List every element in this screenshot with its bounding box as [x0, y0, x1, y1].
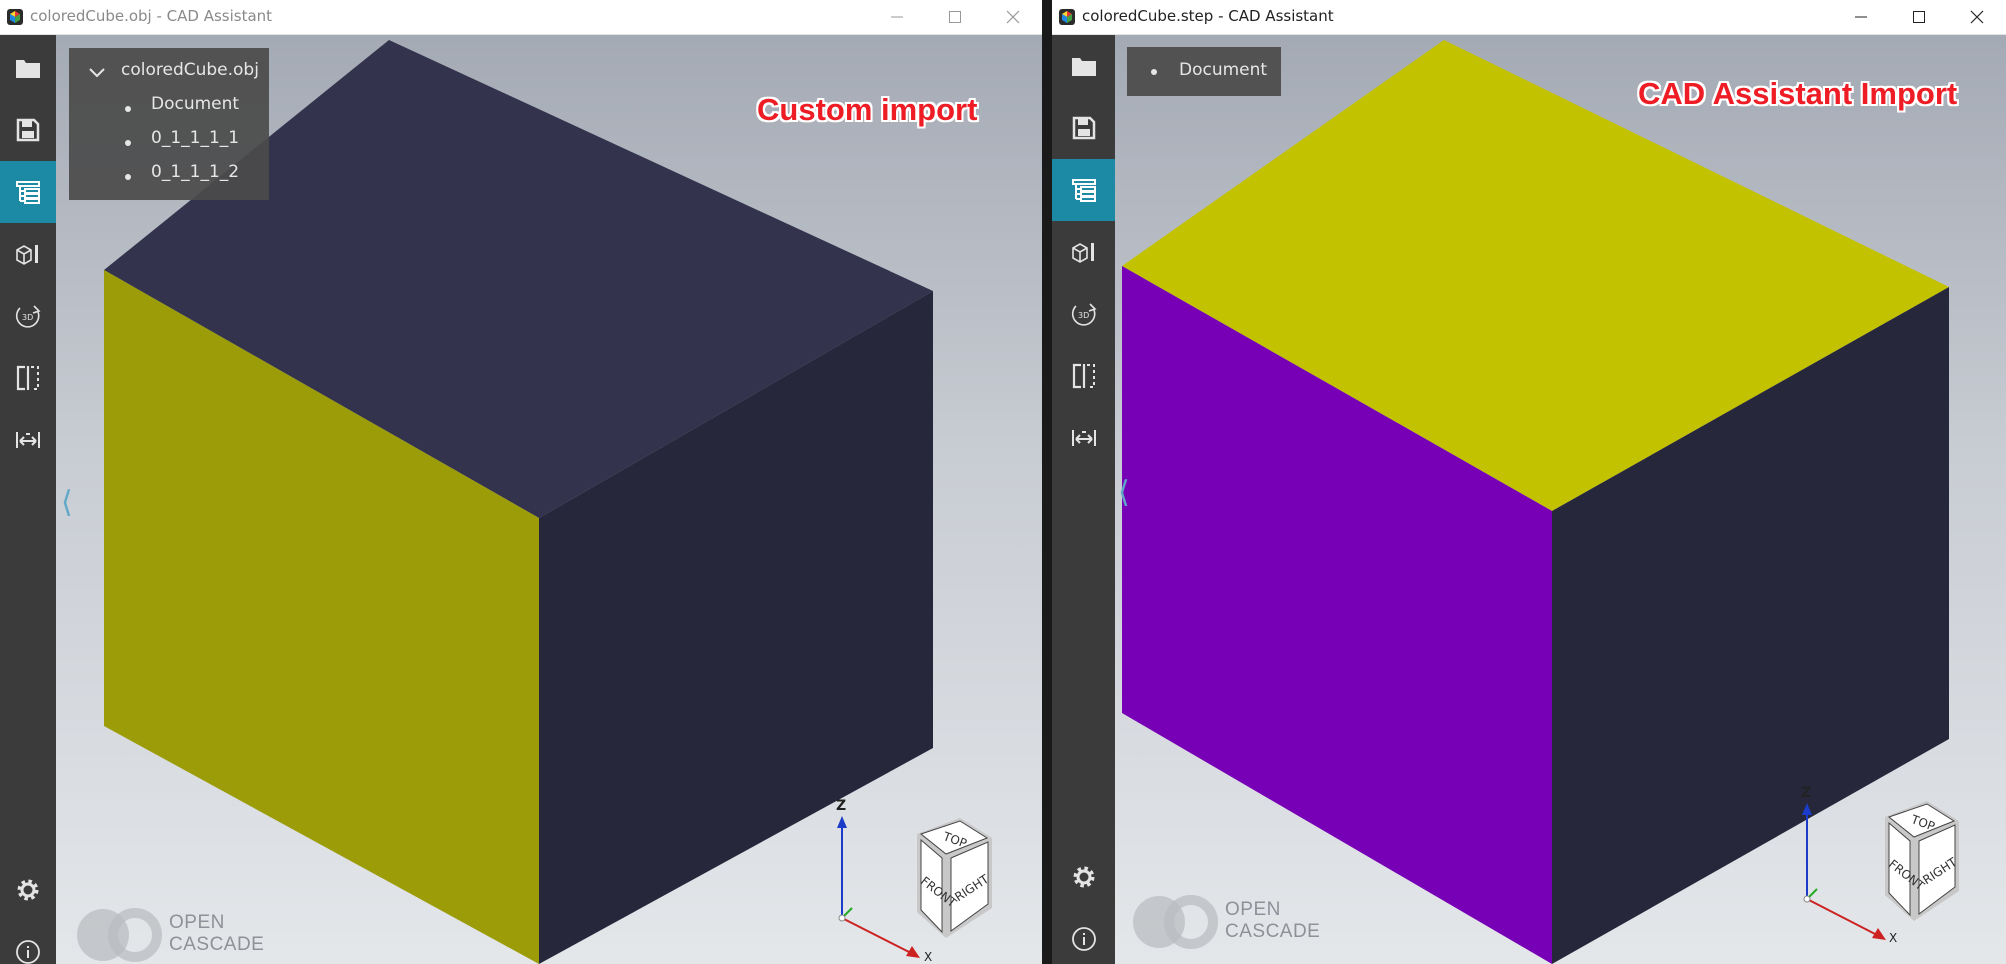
model-tree-icon — [16, 181, 40, 204]
title-bar[interactable]: coloredCube.obj - CAD Assistant — [0, 0, 1042, 35]
settings-icon — [17, 879, 39, 901]
expand-panel-arrow-icon[interactable]: ⟨ — [1118, 475, 1130, 510]
3d-viewport[interactable]: coloredCube.obj Document 0_1_1_1_1 0_1_1… — [56, 35, 1042, 964]
display-mode-button[interactable] — [0, 223, 56, 285]
close-button[interactable] — [1948, 0, 2006, 34]
settings-icon — [1073, 866, 1094, 888]
minimize-button[interactable] — [868, 0, 926, 34]
tool-sidebar: 3D — [1052, 35, 1115, 964]
bullet-icon — [125, 174, 131, 180]
open-cascade-logo-icon — [1133, 895, 1218, 949]
save-icon — [1072, 116, 1095, 140]
open-file-button[interactable] — [1052, 35, 1115, 97]
settings-button[interactable] — [0, 859, 56, 921]
model-tree-icon — [1071, 179, 1096, 202]
svg-text:3D: 3D — [22, 313, 33, 322]
open-cascade-logo: OPEN CASCADE — [1129, 893, 1339, 951]
save-button[interactable] — [0, 99, 56, 161]
window-title: coloredCube.step - CAD Assistant — [1082, 7, 1334, 25]
window-gap — [1042, 0, 1052, 964]
tool-sidebar: 3D — [0, 35, 56, 964]
tree-item-part-1[interactable]: 0_1_1_1_1 — [151, 128, 239, 148]
save-button[interactable] — [1052, 97, 1115, 159]
svg-text:3D: 3D — [1078, 311, 1089, 320]
tree-item-part-2[interactable]: 0_1_1_1_2 — [151, 162, 239, 182]
chevron-down-icon[interactable] — [89, 68, 105, 78]
3d-viewport[interactable]: Document CAD Assistant Import ⟨ TOP FRON… — [1115, 35, 2006, 964]
app-icon — [1059, 9, 1075, 25]
folder-icon — [16, 60, 40, 78]
bullet-icon — [125, 106, 131, 112]
model-tree-button[interactable] — [1052, 159, 1115, 221]
title-bar[interactable]: coloredCube.step - CAD Assistant — [1052, 0, 2006, 35]
bullet-icon — [1151, 69, 1157, 75]
brand-line-2: CASCADE — [1225, 921, 1321, 942]
section-icon — [16, 365, 39, 391]
info-icon — [16, 940, 40, 964]
annotation-label: Custom import — [757, 92, 978, 127]
section-button[interactable] — [1052, 345, 1115, 407]
view-cube[interactable]: TOP FRONT RIGHT Z X — [826, 788, 1042, 964]
model-tree-panel: coloredCube.obj Document 0_1_1_1_1 0_1_1… — [69, 48, 269, 200]
axis-x-label: X — [1889, 931, 1898, 945]
view-3d-icon: 3D — [1071, 303, 1096, 326]
folder-icon — [1071, 58, 1096, 76]
measure-icon — [1071, 430, 1096, 446]
settings-button[interactable] — [1052, 846, 1115, 908]
save-icon — [16, 118, 40, 142]
view-3d-button[interactable]: 3D — [1052, 283, 1115, 345]
info-button[interactable] — [1052, 908, 1115, 964]
close-button[interactable] — [984, 0, 1042, 34]
open-cascade-logo: OPEN CASCADE — [73, 906, 283, 964]
section-button[interactable] — [0, 347, 56, 409]
app-icon — [7, 9, 23, 25]
model-tree-button[interactable] — [0, 161, 56, 223]
info-button[interactable] — [0, 921, 56, 964]
maximize-button[interactable] — [926, 0, 984, 34]
measure-icon — [16, 432, 40, 448]
maximize-button[interactable] — [1890, 0, 1948, 34]
minimize-button[interactable] — [1832, 0, 1890, 34]
view-3d-button[interactable]: 3D — [0, 285, 56, 347]
cad-window-obj: coloredCube.obj - CAD Assistant 3D color… — [0, 0, 1042, 964]
axis-z-label: Z — [836, 798, 847, 814]
section-icon — [1072, 363, 1095, 389]
open-file-button[interactable] — [0, 37, 56, 99]
brand-line-1: OPEN — [1225, 899, 1281, 920]
annotation-label: CAD Assistant Import — [1638, 76, 1958, 111]
window-title: coloredCube.obj - CAD Assistant — [30, 7, 273, 25]
model-tree-panel: Document — [1127, 47, 1281, 96]
measure-button[interactable] — [0, 409, 56, 471]
view-cube[interactable]: TOP FRONT RIGHT Z X — [1797, 775, 1997, 955]
display-mode-icon — [16, 245, 38, 265]
view-cube-graphic[interactable] — [826, 788, 1042, 964]
tree-root-label[interactable]: coloredCube.obj — [121, 60, 259, 80]
open-cascade-logo-icon — [77, 908, 162, 962]
tree-item-document[interactable]: Document — [1179, 60, 1267, 80]
display-mode-button[interactable] — [1052, 221, 1115, 283]
measure-button[interactable] — [1052, 407, 1115, 469]
bullet-icon — [125, 140, 131, 146]
display-mode-icon — [1071, 243, 1094, 263]
tree-item-document[interactable]: Document — [151, 94, 239, 114]
cad-window-step: coloredCube.step - CAD Assistant 3D Docu… — [1052, 0, 2006, 964]
brand-line-2: CASCADE — [169, 934, 265, 955]
axis-x-label: X — [924, 950, 933, 964]
info-icon — [1071, 927, 1096, 951]
expand-panel-arrow-icon[interactable]: ⟨ — [61, 485, 73, 520]
view-3d-icon: 3D — [15, 305, 41, 328]
brand-line-1: OPEN — [169, 912, 225, 933]
axis-z-label: Z — [1801, 785, 1812, 801]
